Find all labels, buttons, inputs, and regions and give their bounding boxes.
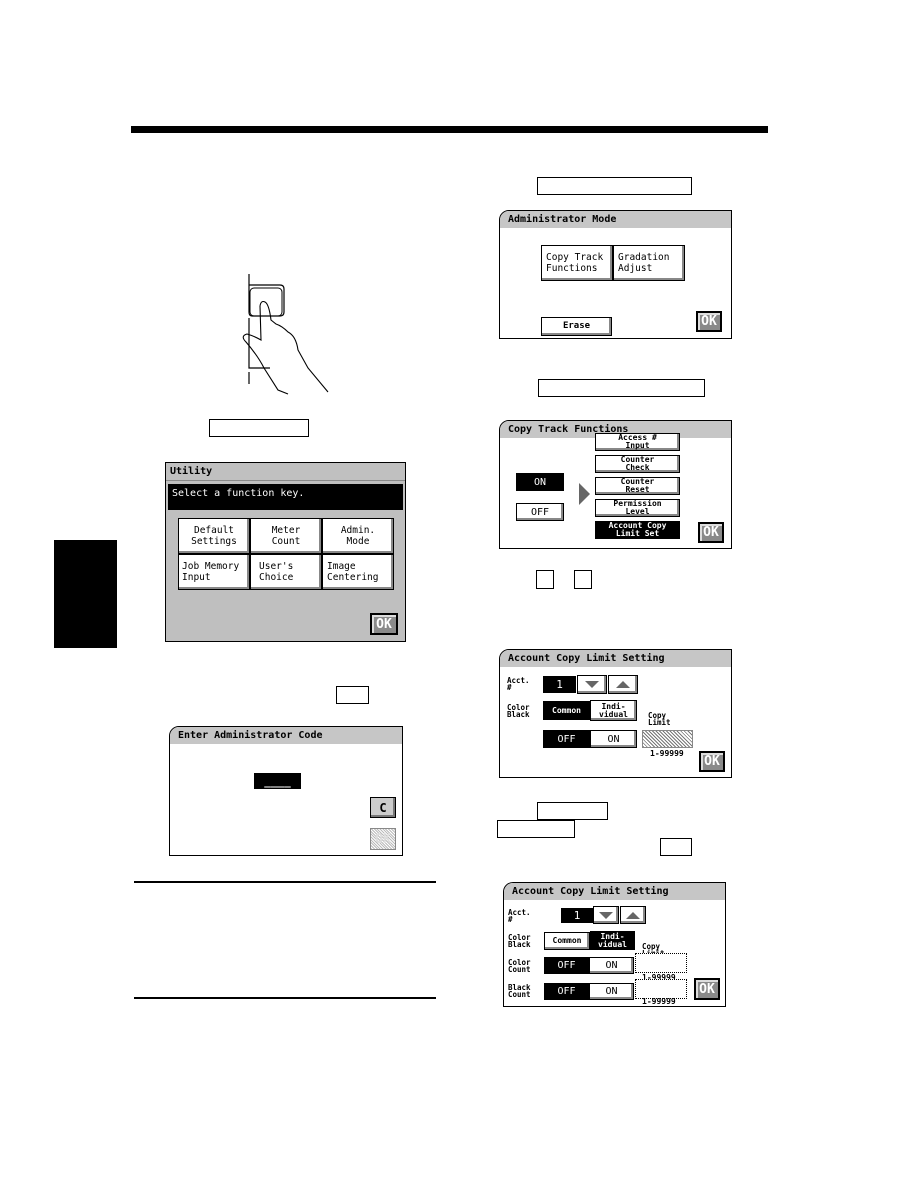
color-count-label: Color Count: [508, 958, 531, 974]
black-count-off-button[interactable]: OFF: [544, 983, 589, 1000]
note-rule-bottom: [134, 997, 436, 999]
acct-label: Acct. #: [507, 676, 530, 692]
color-black-label: Color Black: [507, 703, 530, 719]
account-copy-limit-dialog-individual: Account Copy Limit Setting Acct. # 1 Col…: [503, 882, 726, 1007]
admin-code-input[interactable]: ____: [254, 773, 301, 789]
black-count-label: Black Count: [508, 983, 531, 999]
default-settings-button[interactable]: Default Settings: [178, 518, 250, 554]
gradation-adjust-button[interactable]: Gradation Adjust: [613, 245, 685, 281]
off-button[interactable]: OFF: [543, 730, 590, 748]
header-rule: [131, 126, 768, 133]
utility-dialog: Utility Select a function key. Default S…: [165, 462, 406, 642]
black-copy-limit-field[interactable]: [635, 979, 687, 999]
chapter-tab: [54, 540, 117, 648]
color-count-on-button[interactable]: ON: [589, 957, 634, 974]
copy-limit-label: Copy Limit: [648, 711, 671, 727]
key-label-box: [574, 570, 592, 589]
dialog-title: Account Copy Limit Setting: [504, 883, 725, 900]
ok-button-disabled: OK: [370, 828, 396, 850]
color-copy-limit-field[interactable]: [635, 953, 687, 973]
individual-button[interactable]: Indi- vidual: [590, 700, 637, 721]
key-label-box: [536, 570, 554, 589]
arrow-up-icon: [616, 681, 630, 688]
erase-button[interactable]: Erase: [541, 317, 612, 336]
copy-track-dialog: Copy Track Functions ON OFF Access # Inp…: [499, 420, 732, 549]
off-button[interactable]: OFF: [516, 503, 564, 521]
acct-number-field: 1: [543, 676, 576, 693]
admin-mode-dialog: Administrator Mode Copy Track Functions …: [499, 210, 732, 339]
individual-button[interactable]: Indi- vidual: [590, 931, 635, 950]
ok-button[interactable]: OK: [694, 978, 720, 1000]
key-label-box: [537, 177, 692, 195]
admin-code-dialog: Enter Administrator Code ____ C OK: [169, 726, 403, 856]
access-input-button[interactable]: Access # Input: [595, 433, 680, 451]
on-button[interactable]: ON: [590, 730, 637, 748]
message-bar: Select a function key.: [168, 484, 403, 510]
acct-label: Acct. #: [508, 908, 531, 924]
users-choice-button[interactable]: User's Choice: [250, 554, 322, 590]
dialog-title: Administrator Mode: [500, 211, 731, 228]
clear-button[interactable]: C: [370, 797, 396, 818]
ok-button[interactable]: OK: [696, 311, 722, 332]
range-label: 1-99999: [650, 749, 684, 758]
on-button[interactable]: ON: [516, 473, 564, 491]
black-range-label: 1-99999: [642, 997, 676, 1006]
dialog-title: Account Copy Limit Setting: [500, 650, 731, 667]
account-copy-limit-set-button[interactable]: Account Copy Limit Set: [595, 521, 680, 539]
copy-limit-field-disabled: [642, 730, 693, 748]
pointer-arrow-icon: [579, 483, 590, 505]
arrow-down-icon: [585, 681, 599, 688]
counter-check-button[interactable]: Counter Check: [595, 455, 680, 473]
ok-button[interactable]: OK: [699, 751, 725, 772]
acct-number-field: 1: [561, 908, 593, 923]
key-label-box: [497, 820, 575, 838]
image-centering-button[interactable]: Image Centering: [322, 554, 394, 590]
key-label-box: [538, 379, 705, 397]
acct-down-button[interactable]: [593, 906, 619, 924]
key-label-box: [660, 838, 692, 856]
dialog-title: Utility: [166, 463, 405, 481]
arrow-down-icon: [599, 911, 613, 919]
black-count-on-button[interactable]: ON: [589, 983, 634, 1000]
acct-up-button[interactable]: [620, 906, 646, 924]
common-button[interactable]: Common: [544, 932, 590, 950]
account-copy-limit-dialog-common: Account Copy Limit Setting Acct. # 1 Col…: [499, 649, 732, 778]
dialog-title: Enter Administrator Code: [170, 727, 402, 744]
permission-level-button[interactable]: Permission Level: [595, 499, 680, 517]
meter-count-button[interactable]: Meter Count: [250, 518, 322, 554]
key-label-box: [336, 686, 369, 704]
counter-reset-button[interactable]: Counter Reset: [595, 477, 680, 495]
common-button[interactable]: Common: [543, 701, 590, 720]
color-count-off-button[interactable]: OFF: [544, 957, 589, 974]
acct-up-button[interactable]: [608, 675, 638, 694]
ok-button[interactable]: OK: [370, 613, 398, 635]
key-label-box: [537, 802, 608, 820]
note-rule-top: [134, 881, 436, 883]
copy-track-functions-button[interactable]: Copy Track Functions: [541, 245, 613, 281]
ok-button[interactable]: OK: [698, 522, 724, 543]
admin-mode-button[interactable]: Admin. Mode: [322, 518, 394, 554]
color-black-label: Color Black: [508, 933, 531, 949]
acct-down-button[interactable]: [577, 675, 607, 694]
arrow-up-icon: [626, 911, 640, 919]
job-memory-input-button[interactable]: Job Memory Input: [178, 554, 250, 590]
hand-pressing-key-illustration: [242, 274, 329, 395]
